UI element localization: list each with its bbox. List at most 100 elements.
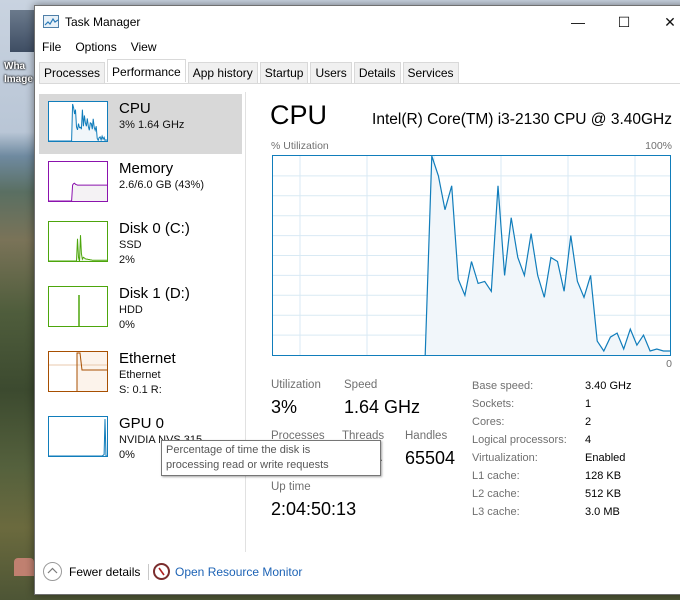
spec-label: Virtualization: xyxy=(472,452,538,464)
sidebar-item-memory[interactable]: Memory 2.6/6.0 GB (43%) xyxy=(39,154,242,214)
sidebar-item-disk-0[interactable]: Disk 0 (C:) SSD 2% xyxy=(39,214,242,274)
chart-y-max-label: 100% xyxy=(645,140,672,152)
memory-sparkline-fill xyxy=(49,183,107,201)
tab-app-history[interactable]: App history xyxy=(187,62,258,83)
desktop-scenery xyxy=(14,558,34,576)
page-title: CPU xyxy=(270,100,328,130)
spec-label: Cores: xyxy=(472,416,505,428)
open-resource-monitor-link[interactable]: Open Resource Monitor xyxy=(175,565,302,579)
pane-divider[interactable] xyxy=(245,92,246,552)
sidebar-item-detail: 3% 1.64 GHz xyxy=(119,119,185,131)
uptime-label: Up time xyxy=(271,481,311,493)
sidebar-item-label: CPU xyxy=(119,100,151,117)
sidebar-item-ethernet[interactable]: Ethernet Ethernet S: 0.1 R: xyxy=(39,344,242,404)
desktop-icon-label[interactable]: Wha Image xyxy=(4,60,33,86)
tab-startup[interactable]: Startup xyxy=(259,62,309,83)
footer-bar: Fewer details Open Resource Monitor xyxy=(35,554,680,590)
menu-file[interactable]: File xyxy=(35,38,68,58)
tab-bar: Processes Performance App history Startu… xyxy=(39,59,680,84)
performance-content: CPU 3% 1.64 GHz Memory 2.6/6.0 GB (43%) … xyxy=(35,84,680,552)
gpu-sparkline-fill xyxy=(49,419,107,456)
spec-label: L2 cache: xyxy=(472,488,520,500)
task-manager-window: Task Manager — ☐ ✕ File Options View Pro… xyxy=(34,5,680,595)
sidebar-item-detail: 0% xyxy=(119,449,135,461)
gpu-sparkline-line xyxy=(49,418,107,456)
chart-y-label: % Utilization xyxy=(271,140,329,152)
spec-value: 4 xyxy=(585,434,592,446)
task-manager-app-icon xyxy=(43,15,59,28)
sidebar-item-label: Disk 1 (D:) xyxy=(119,285,190,302)
sidebar-item-detail: 2.6/6.0 GB (43%) xyxy=(119,179,204,191)
resource-monitor-icon[interactable] xyxy=(153,563,170,580)
utilization-value: 3% xyxy=(271,397,298,417)
footer-separator xyxy=(148,564,149,580)
chart-y-min-label: 0 xyxy=(666,358,672,370)
cpu-sparkline xyxy=(48,101,108,142)
spec-label: Logical processors: xyxy=(472,434,567,446)
menu-options[interactable]: Options xyxy=(68,38,123,58)
menu-view[interactable]: View xyxy=(124,38,164,58)
tooltip-line: Percentage of time the disk is xyxy=(166,444,311,456)
sidebar-item-detail: SSD xyxy=(119,239,142,251)
tab-details[interactable]: Details xyxy=(353,62,401,83)
spec-value: Enabled xyxy=(585,452,626,464)
disk-tooltip: Percentage of time the disk is processin… xyxy=(161,440,381,476)
ethernet-fill xyxy=(77,352,107,391)
spec-value: 128 KB xyxy=(585,470,622,482)
cpu-sparkline-fill xyxy=(49,104,107,141)
sidebar-item-cpu[interactable]: CPU 3% 1.64 GHz xyxy=(39,94,242,154)
cpu-chart-svg xyxy=(273,156,670,355)
disk0-sparkline-line xyxy=(49,235,107,261)
spec-label: Sockets: xyxy=(472,398,515,410)
sidebar-item-disk-1[interactable]: Disk 1 (D:) HDD 0% xyxy=(39,279,242,339)
cpu-detail-pane: CPU Intel(R) Core(TM) i3-2130 CPU @ 3.40… xyxy=(265,94,675,552)
maximize-button[interactable]: ☐ xyxy=(601,6,647,38)
chevron-up-icon[interactable] xyxy=(43,562,62,581)
spec-value: 2 xyxy=(585,416,592,428)
menu-bar: File Options View xyxy=(35,38,164,58)
tab-users[interactable]: Users xyxy=(310,62,352,83)
spec-value: 3.40 GHz xyxy=(585,380,632,392)
close-button[interactable]: ✕ xyxy=(647,6,680,38)
handles-label: Handles xyxy=(405,430,448,442)
sidebar-item-detail: Ethernet xyxy=(119,369,161,381)
cpu-model: Intel(R) Core(TM) i3-2130 CPU @ 3.40GHz xyxy=(372,111,672,128)
ethernet-sparkline xyxy=(48,351,108,392)
fewer-details-button[interactable]: Fewer details xyxy=(69,565,140,579)
spec-value: 3.0 MB xyxy=(585,506,620,518)
disk0-sparkline xyxy=(48,221,108,262)
resource-sidebar: CPU 3% 1.64 GHz Memory 2.6/6.0 GB (43%) … xyxy=(39,94,245,552)
spec-label: Base speed: xyxy=(472,380,534,392)
spec-value: 512 KB xyxy=(585,488,622,500)
handles-value: 65504 xyxy=(405,448,456,468)
uptime-value: 2:04:50:13 xyxy=(271,499,357,519)
cpu-utilization-chart xyxy=(272,155,671,356)
speed-value: 1.64 GHz xyxy=(344,397,421,417)
memory-sparkline xyxy=(48,161,108,202)
sidebar-item-label: Disk 0 (C:) xyxy=(119,220,190,237)
spec-label: L1 cache: xyxy=(472,470,520,482)
title-bar[interactable]: Task Manager — ☐ ✕ xyxy=(35,6,680,38)
tab-performance[interactable]: Performance xyxy=(107,59,186,82)
utilization-label: Utilization xyxy=(271,379,321,391)
gpu-sparkline xyxy=(48,416,108,457)
minimize-button[interactable]: — xyxy=(555,6,601,38)
sidebar-item-detail: 0% xyxy=(119,319,135,331)
sidebar-item-label: Ethernet xyxy=(119,350,176,367)
sidebar-item-detail: 2% xyxy=(119,254,135,266)
tooltip-line: processing read or write requests xyxy=(166,459,329,471)
tab-processes[interactable]: Processes xyxy=(39,62,106,83)
spec-value: 1 xyxy=(585,398,592,410)
sidebar-item-detail: S: 0.1 R: xyxy=(119,384,162,396)
desktop-icon-label-line: Wha xyxy=(4,61,26,72)
sidebar-item-detail: HDD xyxy=(119,304,143,316)
sidebar-item-label: Memory xyxy=(119,160,174,177)
desktop-icon-thumbnail[interactable] xyxy=(10,10,36,52)
spec-label: L3 cache: xyxy=(472,506,520,518)
desktop-icon-label-line: Image xyxy=(4,74,33,85)
speed-label: Speed xyxy=(344,379,378,391)
tab-services[interactable]: Services xyxy=(402,62,459,83)
window-title: Task Manager xyxy=(65,15,141,29)
sidebar-item-label: GPU 0 xyxy=(119,415,165,432)
disk1-sparkline xyxy=(48,286,108,327)
